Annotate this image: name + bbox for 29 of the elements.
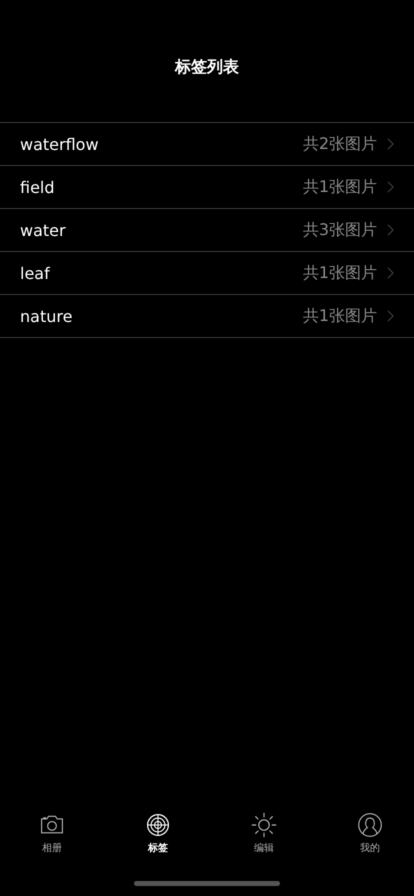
chevron-icon [387, 181, 394, 193]
tab[interactable]: 编辑 [236, 812, 292, 866]
photo-count: 共3张图片 [302, 220, 377, 240]
target-icon [145, 812, 171, 838]
photo-count: 共1张图片 [302, 262, 377, 284]
tag-name: leaf [20, 264, 51, 282]
tag-name: field [20, 178, 56, 196]
tag-row[interactable]: water 共3张图片 [0, 209, 414, 252]
screen-title: 标签列表 [175, 57, 239, 78]
tag-name: water [20, 220, 67, 240]
photo-count: 共1张图片 [302, 306, 377, 326]
tab[interactable]: 我的 [342, 812, 398, 866]
chevron-icon [387, 224, 394, 236]
chevron-icon [387, 267, 394, 279]
tag-row[interactable]: waterflow 共2张图片 [0, 123, 414, 166]
tag-row[interactable]: nature 共1张图片 [0, 295, 414, 338]
tag-name: waterflow [20, 134, 100, 154]
tag-name: nature [20, 306, 74, 326]
tag-row[interactable]: leaf 共1张图片 [0, 252, 414, 295]
photo-count: 共2张图片 [302, 134, 377, 154]
tag-row[interactable]: field 共1张图片 [0, 166, 414, 209]
chevron-icon [387, 310, 394, 322]
photo-count: 共1张图片 [302, 176, 377, 198]
tab[interactable]: 标签 [130, 812, 186, 866]
chevron-icon [387, 138, 394, 150]
person-icon [357, 812, 383, 838]
tab[interactable]: 相册 [24, 812, 80, 866]
home-indicator[interactable] [134, 880, 280, 886]
sun-icon [251, 812, 277, 838]
